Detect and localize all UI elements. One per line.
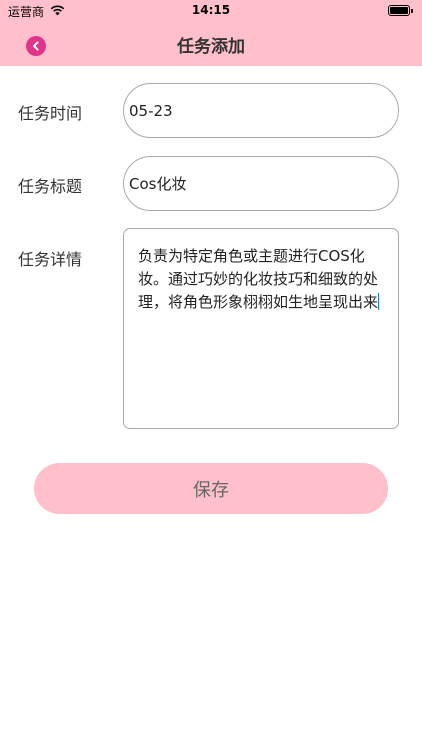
save-button[interactable]: 保存 — [34, 463, 388, 514]
status-time: 14:15 — [191, 3, 231, 17]
task-detail-label: 任务详情 — [18, 250, 83, 269]
task-title-input[interactable]: Cos化妆 — [123, 156, 399, 211]
task-detail-text: 负责为特定角色或主题进行COS化妆。通过巧妙的化妆技巧和细致的处理，将角色形象栩… — [138, 247, 379, 311]
header: 运营商 14:15 任务添加 — [0, 0, 422, 66]
task-title-label: 任务标题 — [18, 177, 83, 196]
task-detail-textarea[interactable]: 负责为特定角色或主题进行COS化妆。通过巧妙的化妆技巧和细致的处理，将角色形象栩… — [123, 228, 399, 429]
task-time-label: 任务时间 — [18, 104, 83, 123]
battery-icon — [388, 5, 413, 16]
nav-bar: 任务添加 — [0, 22, 422, 66]
page-title: 任务添加 — [177, 37, 245, 57]
status-bar: 运营商 14:15 — [0, 0, 422, 22]
text-caret — [378, 293, 380, 310]
task-time-input[interactable]: 05-23 — [123, 83, 399, 138]
